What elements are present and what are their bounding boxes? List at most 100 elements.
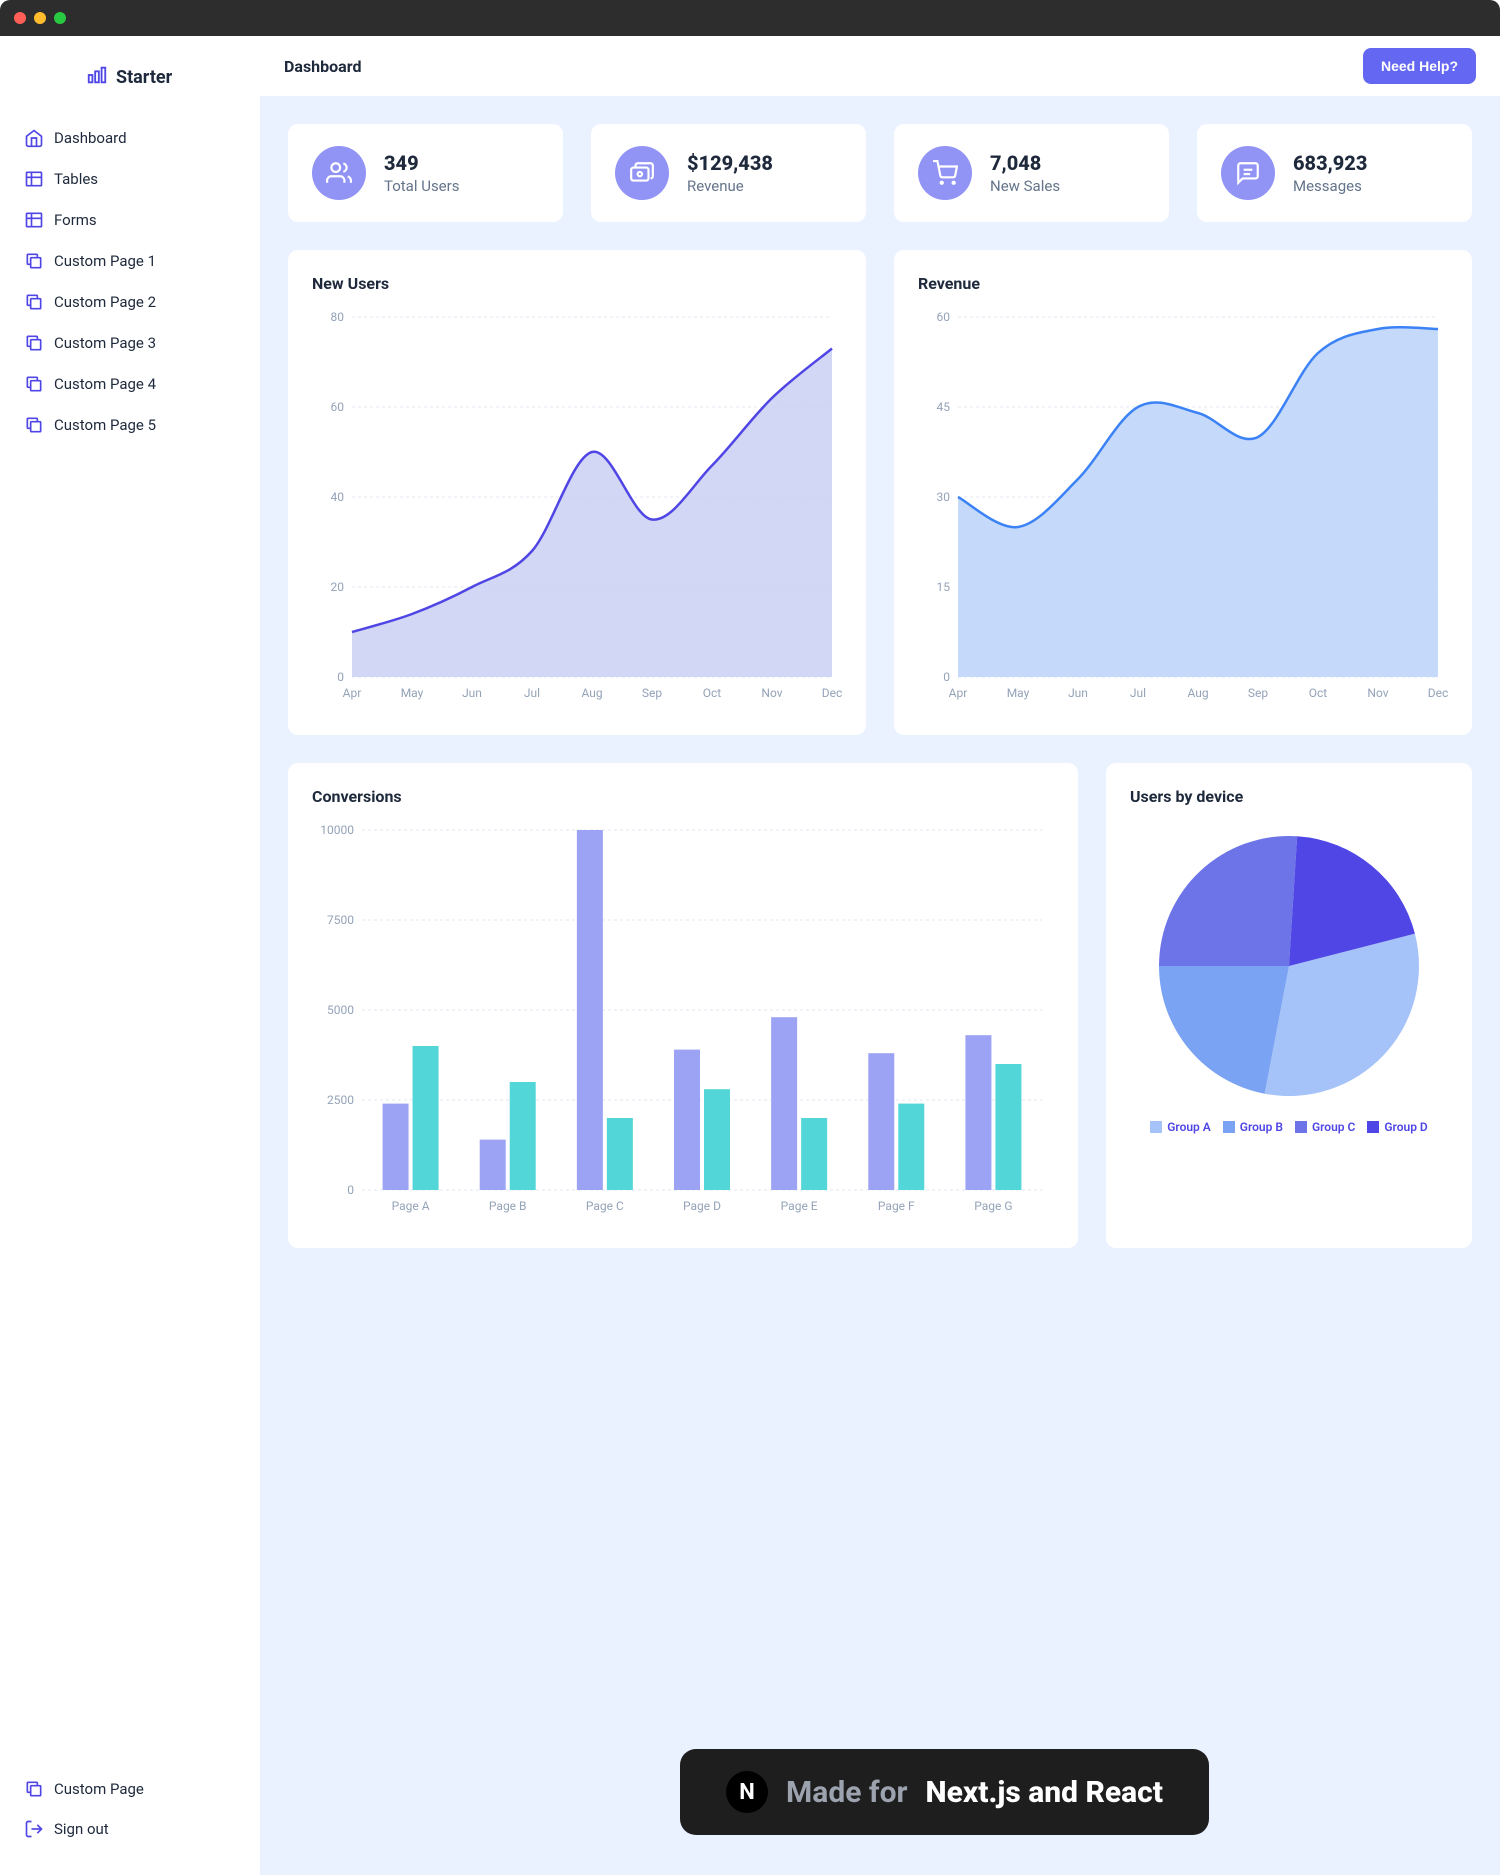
svg-text:80: 80 — [331, 310, 345, 324]
nav-dashboard[interactable]: Dashboard — [20, 120, 240, 156]
message-icon — [1221, 146, 1275, 200]
nav-signout[interactable]: Sign out — [20, 1811, 240, 1847]
svg-text:Sep: Sep — [1248, 686, 1268, 700]
svg-text:Dec: Dec — [822, 686, 842, 700]
svg-text:Page B: Page B — [489, 1199, 527, 1213]
stat-value: $129,438 — [687, 151, 773, 175]
chart-svg — [1149, 826, 1429, 1106]
copy-icon — [24, 251, 44, 271]
copy-icon — [24, 292, 44, 312]
stat-total-users: 349 Total Users — [288, 124, 563, 222]
minimize-dot[interactable] — [34, 12, 46, 24]
svg-text:0: 0 — [337, 670, 344, 684]
stat-new-sales: 7,048 New Sales — [894, 124, 1169, 222]
signout-icon — [24, 1819, 44, 1839]
copy-icon — [24, 333, 44, 353]
stat-label: Revenue — [687, 177, 773, 195]
stat-revenue: $129,438 Revenue — [591, 124, 866, 222]
svg-text:5000: 5000 — [327, 1003, 354, 1017]
chart-title: New Users — [312, 274, 842, 293]
legend-label: Group A — [1167, 1120, 1211, 1134]
stat-messages: 683,923 Messages — [1197, 124, 1472, 222]
nextjs-logo-icon: N — [726, 1771, 768, 1813]
nav-label: Custom Page 5 — [54, 416, 156, 434]
svg-text:Page D: Page D — [683, 1199, 721, 1213]
chart-conversions: Conversions 025005000750010000Page APage… — [288, 763, 1078, 1248]
svg-text:15: 15 — [937, 580, 951, 594]
svg-text:2500: 2500 — [327, 1093, 354, 1107]
svg-text:Page C: Page C — [586, 1199, 624, 1213]
stat-row: 349 Total Users $129,438 Revenue — [288, 124, 1472, 222]
svg-text:Apr: Apr — [949, 686, 968, 700]
copy-icon — [24, 1779, 44, 1799]
pie-legend: Group A Group B Group C Group D — [1130, 1120, 1448, 1134]
nav-custom-page[interactable]: Custom Page — [20, 1771, 240, 1807]
svg-text:May: May — [1007, 686, 1030, 700]
svg-text:Nov: Nov — [761, 686, 782, 700]
topbar: Dashboard Need Help? — [260, 36, 1500, 96]
nav-main: Dashboard Tables Forms Custom Page 1 Cus… — [20, 120, 240, 443]
nav-custom-1[interactable]: Custom Page 1 — [20, 243, 240, 279]
svg-text:0: 0 — [347, 1183, 354, 1197]
svg-text:Aug: Aug — [581, 686, 602, 700]
nav-custom-4[interactable]: Custom Page 4 — [20, 366, 240, 402]
stat-value: 683,923 — [1293, 151, 1367, 175]
window-titlebar — [0, 0, 1500, 36]
svg-text:Page G: Page G — [974, 1199, 1012, 1213]
stat-value: 7,048 — [990, 151, 1060, 175]
svg-text:10000: 10000 — [320, 823, 354, 837]
stat-label: Messages — [1293, 177, 1367, 195]
sidebar: Starter Dashboard Tables Forms Custom P — [0, 36, 260, 1875]
svg-text:Jul: Jul — [1130, 686, 1146, 700]
nav-label: Custom Page — [54, 1780, 144, 1798]
nav-custom-2[interactable]: Custom Page 2 — [20, 284, 240, 320]
nav-tables[interactable]: Tables — [20, 161, 240, 197]
stat-label: Total Users — [384, 177, 459, 195]
users-icon — [312, 146, 366, 200]
brand-text: Starter — [116, 67, 172, 88]
svg-text:Sep: Sep — [642, 686, 662, 700]
chart-svg: 015304560AprMayJunJulAugSepOctNovDec — [918, 307, 1448, 707]
badge-suffix: Next.js and React — [926, 1775, 1163, 1810]
nav-label: Sign out — [54, 1820, 109, 1838]
money-icon — [615, 146, 669, 200]
brand-chart-icon — [86, 64, 108, 90]
chart-title: Users by device — [1130, 787, 1448, 806]
legend-label: Group D — [1384, 1120, 1427, 1134]
svg-text:0: 0 — [943, 670, 950, 684]
svg-text:20: 20 — [331, 580, 345, 594]
chart-title: Conversions — [312, 787, 1054, 806]
nav-label: Custom Page 1 — [54, 252, 156, 270]
svg-text:60: 60 — [331, 400, 345, 414]
legend-label: Group C — [1312, 1120, 1355, 1134]
chart-svg: 025005000750010000Page APage BPage CPage… — [312, 820, 1052, 1220]
svg-text:Dec: Dec — [1428, 686, 1448, 700]
stat-label: New Sales — [990, 177, 1060, 195]
nav-bottom: Custom Page Sign out — [20, 1771, 240, 1847]
page-title: Dashboard — [284, 57, 361, 76]
stat-value: 349 — [384, 151, 459, 175]
chart-users-device: Users by device Group A Group B Group C … — [1106, 763, 1472, 1248]
nav-forms[interactable]: Forms — [20, 202, 240, 238]
svg-text:Oct: Oct — [1309, 686, 1328, 700]
nav-label: Custom Page 4 — [54, 375, 156, 393]
svg-text:Page E: Page E — [781, 1199, 818, 1213]
badge-prefix: Made for — [786, 1775, 908, 1810]
svg-text:Page F: Page F — [878, 1199, 915, 1213]
svg-text:Page A: Page A — [392, 1199, 430, 1213]
svg-text:Aug: Aug — [1187, 686, 1208, 700]
svg-text:Nov: Nov — [1367, 686, 1388, 700]
legend-label: Group B — [1240, 1120, 1283, 1134]
help-button[interactable]: Need Help? — [1363, 48, 1476, 84]
home-icon — [24, 128, 44, 148]
chart-new-users: New Users 020406080AprMayJunJulAugSepOct… — [288, 250, 866, 735]
close-dot[interactable] — [14, 12, 26, 24]
svg-text:30: 30 — [937, 490, 951, 504]
svg-text:Oct: Oct — [703, 686, 722, 700]
svg-text:45: 45 — [937, 400, 951, 414]
nav-custom-3[interactable]: Custom Page 3 — [20, 325, 240, 361]
nav-label: Dashboard — [54, 129, 127, 147]
maximize-dot[interactable] — [54, 12, 66, 24]
nav-custom-5[interactable]: Custom Page 5 — [20, 407, 240, 443]
brand[interactable]: Starter — [86, 64, 240, 90]
